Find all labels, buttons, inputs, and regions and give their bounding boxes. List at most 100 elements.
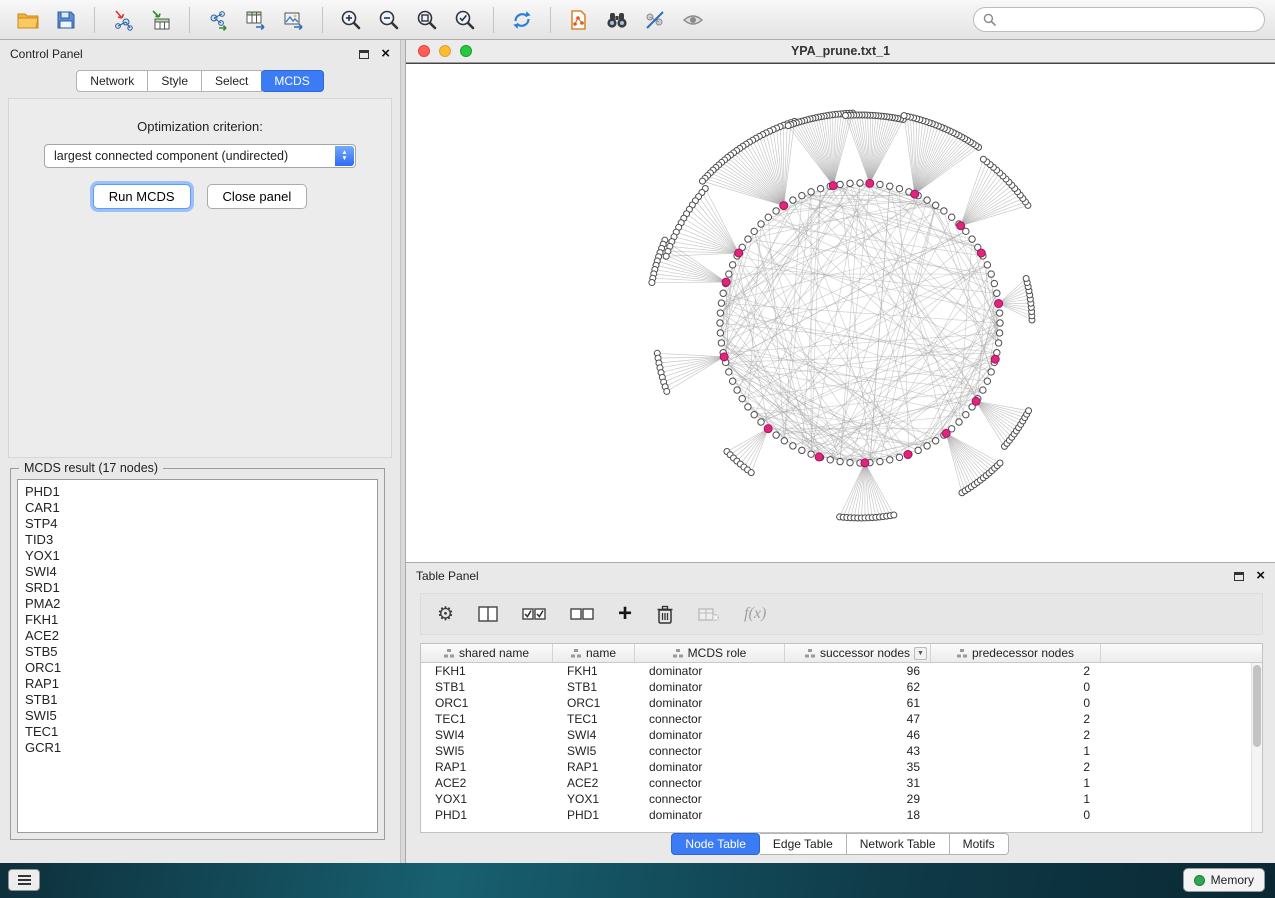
mcds-result-item[interactable]: FKH1 xyxy=(25,612,377,628)
export-network-button[interactable] xyxy=(200,4,236,36)
control-panel-tabs: NetworkStyleSelectMCDS xyxy=(0,70,400,92)
cell-shared-name: ORC1 xyxy=(421,696,553,710)
table-row[interactable]: STB1STB1dominator620 xyxy=(421,679,1251,695)
tab-style[interactable]: Style xyxy=(148,70,202,92)
export-image-icon xyxy=(282,9,306,31)
cell-name: RAP1 xyxy=(553,760,635,774)
mcds-result-item[interactable]: CAR1 xyxy=(25,500,377,516)
network-canvas[interactable] xyxy=(406,63,1275,562)
table-row[interactable]: ACE2ACE2connector311 xyxy=(421,775,1251,791)
table-row[interactable]: SWI4SWI4dominator462 xyxy=(421,727,1251,743)
zoom-out-button[interactable] xyxy=(371,4,407,36)
column-header-successor-nodes[interactable]: successor nodes▼ xyxy=(785,644,931,662)
run-mcds-button[interactable]: Run MCDS xyxy=(93,184,191,209)
zoom-in-button[interactable] xyxy=(333,4,369,36)
sort-dropdown-icon[interactable]: ▼ xyxy=(914,647,927,660)
table-tabs: Node TableEdge TableNetwork TableMotifs xyxy=(406,833,1275,855)
refresh-button[interactable] xyxy=(504,4,540,36)
network-graph[interactable] xyxy=(406,64,1275,562)
close-window-icon[interactable] xyxy=(418,45,430,57)
mcds-result-item[interactable]: ORC1 xyxy=(25,660,377,676)
zoom-fit-button[interactable] xyxy=(409,4,445,36)
first-neighbors-button[interactable] xyxy=(599,4,635,36)
tab-edge-table[interactable]: Edge Table xyxy=(760,833,847,855)
maximize-window-icon[interactable] xyxy=(460,45,472,57)
mcds-result-item[interactable]: ACE2 xyxy=(25,628,377,644)
cell-MCDS-role: dominator xyxy=(635,808,785,822)
table-row[interactable]: YOX1YOX1connector291 xyxy=(421,791,1251,807)
search-icon xyxy=(983,13,996,26)
mcds-result-item[interactable]: TID3 xyxy=(25,532,377,548)
tab-network[interactable]: Network xyxy=(76,70,148,92)
status-menu-button[interactable] xyxy=(8,869,40,891)
cell-successor-nodes: 29 xyxy=(785,792,931,806)
mcds-result-item[interactable]: SWI4 xyxy=(25,564,377,580)
column-header-name[interactable]: name xyxy=(553,644,635,662)
main-toolbar xyxy=(0,0,1275,40)
tab-node-table[interactable]: Node Table xyxy=(671,833,760,855)
zoom-selected-button[interactable] xyxy=(447,4,483,36)
annotation-share-button[interactable] xyxy=(561,4,597,36)
select-all-icon[interactable] xyxy=(522,606,546,622)
open-file-button[interactable] xyxy=(10,4,46,36)
add-column-button[interactable]: + xyxy=(618,604,632,624)
mcds-result-item[interactable]: RAP1 xyxy=(25,676,377,692)
mcds-result-item[interactable]: PHD1 xyxy=(25,484,377,500)
close-panel-button[interactable]: Close panel xyxy=(207,184,308,209)
table-row[interactable]: SWI5SWI5connector431 xyxy=(421,743,1251,759)
column-header-predecessor-nodes[interactable]: predecessor nodes xyxy=(931,644,1101,662)
mcds-result-item[interactable]: SRD1 xyxy=(25,580,377,596)
show-columns-icon[interactable] xyxy=(478,606,498,622)
mcds-result-list[interactable]: PHD1CAR1STP4TID3YOX1SWI4SRD1PMA2FKH1ACE2… xyxy=(17,479,378,833)
criterion-dropdown[interactable]: largest connected component (undirected)… xyxy=(44,144,356,168)
delete-column-icon[interactable] xyxy=(656,605,674,624)
mcds-result-item[interactable]: STB5 xyxy=(25,644,377,660)
mcds-result-item[interactable]: STP4 xyxy=(25,516,377,532)
mcds-result-item[interactable]: YOX1 xyxy=(25,548,377,564)
close-panel-icon[interactable]: × xyxy=(1256,571,1265,581)
table-row[interactable]: RAP1RAP1dominator352 xyxy=(421,759,1251,775)
column-header-shared-name[interactable]: shared name xyxy=(421,644,553,662)
memory-button[interactable]: Memory xyxy=(1183,868,1265,892)
table-toolbar: ⚙ + xyxy=(420,593,1263,635)
export-image-button[interactable] xyxy=(276,4,312,36)
mcds-result-item[interactable]: STB1 xyxy=(25,692,377,708)
table-row[interactable]: TEC1TEC1connector472 xyxy=(421,711,1251,727)
table-scrollbar[interactable] xyxy=(1251,663,1262,832)
table-row[interactable]: ORC1ORC1dominator610 xyxy=(421,695,1251,711)
minimize-window-icon[interactable] xyxy=(439,45,451,57)
network-titlebar[interactable]: YPA_prune.txt_1 xyxy=(406,40,1275,63)
float-window-icon[interactable] xyxy=(1234,572,1244,581)
import-network-button[interactable] xyxy=(105,4,141,36)
tab-mcds[interactable]: MCDS xyxy=(261,70,323,92)
tab-network-table[interactable]: Network Table xyxy=(847,833,950,855)
save-session-button[interactable] xyxy=(48,4,84,36)
tab-select[interactable]: Select xyxy=(202,70,262,92)
import-network-icon xyxy=(111,9,135,31)
show-hidden-button[interactable] xyxy=(675,4,711,36)
import-table-button[interactable] xyxy=(143,4,179,36)
mcds-result-item[interactable]: GCR1 xyxy=(25,740,377,756)
table-row[interactable]: PHD1PHD1dominator180 xyxy=(421,807,1251,823)
close-panel-icon[interactable]: × xyxy=(381,49,390,59)
scrollbar-thumb[interactable] xyxy=(1253,665,1261,747)
column-header-MCDS-role[interactable]: MCDS role xyxy=(635,644,785,662)
mcds-result-item[interactable]: TEC1 xyxy=(25,724,377,740)
cell-successor-nodes: 35 xyxy=(785,760,931,774)
cell-name: FKH1 xyxy=(553,664,635,678)
cell-name: STB1 xyxy=(553,680,635,694)
search-input[interactable] xyxy=(1002,13,1255,27)
deselect-all-icon[interactable] xyxy=(570,606,594,622)
table-row[interactable]: FKH1FKH1dominator962 xyxy=(421,663,1251,679)
attribute-type-icon xyxy=(571,649,581,658)
mcds-result-item[interactable]: PMA2 xyxy=(25,596,377,612)
mcds-result-item[interactable]: SWI5 xyxy=(25,708,377,724)
hide-selected-button[interactable] xyxy=(637,4,673,36)
export-table-button[interactable] xyxy=(238,4,274,36)
float-window-icon[interactable] xyxy=(359,50,369,59)
table-settings-button[interactable]: ⚙ xyxy=(437,605,454,624)
tab-motifs[interactable]: Motifs xyxy=(950,833,1009,855)
zoom-out-icon xyxy=(378,9,400,31)
search-box[interactable] xyxy=(973,7,1265,32)
optimization-criterion-label: Optimization criterion: xyxy=(9,119,391,134)
